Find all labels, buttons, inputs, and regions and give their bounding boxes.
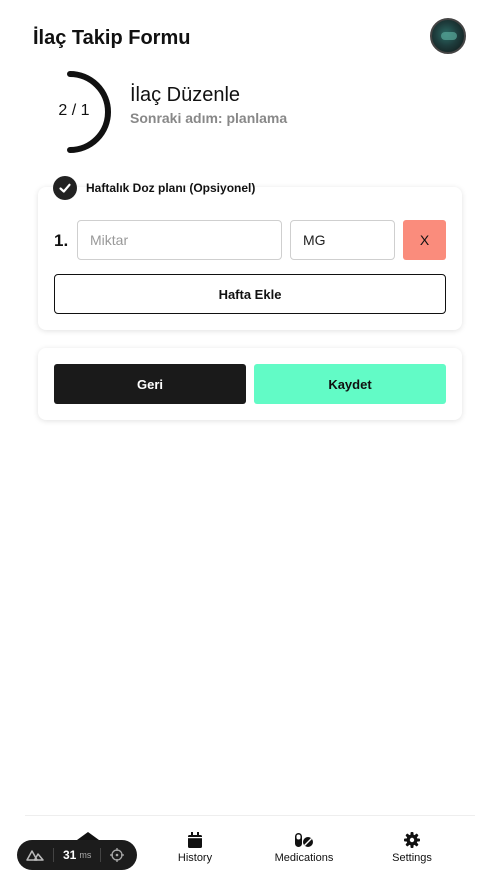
divider bbox=[53, 848, 54, 862]
save-button[interactable]: Kaydet bbox=[254, 364, 446, 404]
header: İlaç Takip Formu bbox=[33, 18, 466, 56]
step-indicator: 2 / 1 İlaç Düzenle Sonraki adım: planlam… bbox=[44, 70, 464, 155]
nuxt-logo-icon bbox=[26, 850, 44, 861]
render-time-unit: ms bbox=[79, 850, 92, 860]
step-count: 2 / 1 bbox=[58, 102, 90, 119]
checkmark-icon[interactable] bbox=[53, 176, 77, 200]
step-title: İlaç Düzenle bbox=[130, 84, 241, 106]
tab-settings[interactable]: Settings bbox=[362, 832, 462, 864]
home-icon[interactable] bbox=[77, 832, 99, 840]
tab-history-label: History bbox=[177, 852, 213, 864]
weekly-dose-label: Haftalık Doz planı (Opsiyonel) bbox=[86, 181, 256, 195]
pills-icon bbox=[295, 833, 313, 847]
weekly-dose-card: 1. X Hafta Ekle bbox=[38, 187, 462, 330]
tab-medications-label: Medications bbox=[274, 852, 334, 864]
page-title: İlaç Takip Formu bbox=[33, 27, 191, 49]
dev-toolbar[interactable]: 31 ms bbox=[17, 840, 137, 870]
add-week-button[interactable]: Hafta Ekle bbox=[54, 274, 446, 314]
amount-input[interactable] bbox=[77, 220, 282, 260]
render-time-value: 31 bbox=[63, 848, 77, 862]
divider bbox=[100, 848, 102, 862]
crosshair-icon[interactable] bbox=[110, 848, 125, 862]
remove-row-button[interactable]: X bbox=[403, 220, 446, 260]
tab-medications[interactable]: Medications bbox=[254, 832, 354, 864]
tab-history[interactable]: History bbox=[145, 832, 245, 864]
row-number: 1. bbox=[54, 231, 69, 250]
avatar[interactable] bbox=[430, 18, 466, 54]
tab-settings-label: Settings bbox=[392, 852, 432, 864]
weekly-dose-toggle[interactable]: Haftalık Doz planı (Opsiyonel) bbox=[53, 176, 255, 200]
step-next-label: Sonraki adım: planlama bbox=[130, 110, 288, 126]
back-button[interactable]: Geri bbox=[54, 364, 246, 404]
calendar-icon bbox=[188, 832, 202, 848]
actions-card: Geri Kaydet bbox=[38, 348, 462, 420]
unit-input[interactable] bbox=[290, 220, 395, 260]
gear-icon bbox=[404, 832, 420, 848]
